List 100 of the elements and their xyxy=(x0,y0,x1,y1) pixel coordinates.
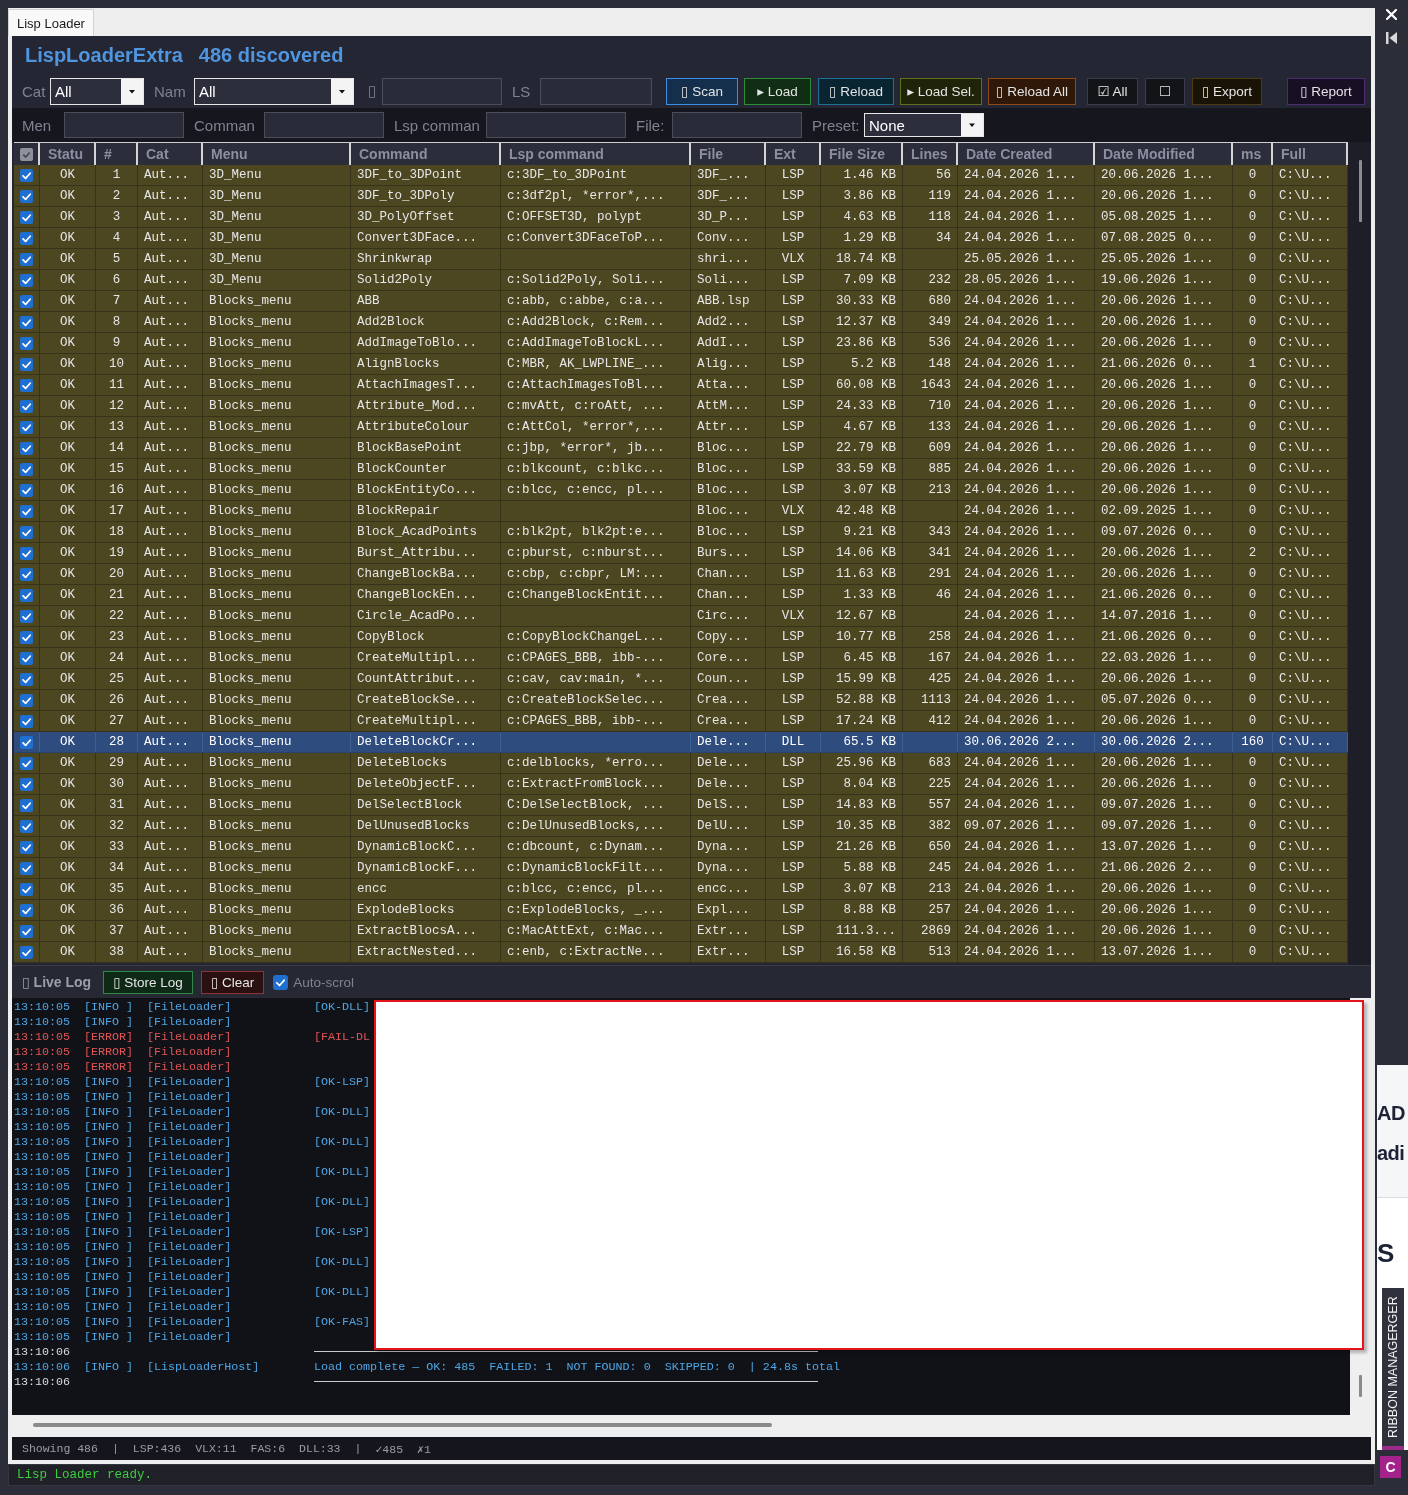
text-field[interactable] xyxy=(540,77,652,105)
table-row[interactable]: OK 31 Aut... Blocks_menu DelSelectBlock C:DelSelectBlock, ... DelS... LSP 14.83 KB 557 24.04.2026 1... 09.07.2026 1... 0 C:\U... xyxy=(14,795,1348,816)
row-checkbox[interactable] xyxy=(20,189,33,203)
row-checkbox[interactable] xyxy=(20,882,33,896)
toolbar-button[interactable]: ▯ Scan xyxy=(666,77,738,105)
table-row[interactable]: OK 10 Aut... Blocks_menu AlignBlocks C:MBR, AK_LWPLINE_... Alig... LSP 5.2 KB 148 24.04.2026 1... 21.06.2026 0... 1 C:\U... xyxy=(14,354,1348,375)
table-row[interactable]: OK 12 Aut... Blocks_menu Attribute_Mod... c:mvAtt, c:roAtt, ... AttM... LSP 24.33 KB 710 24.04.2026 1... 20.06.2026 1... 0 C:\U... xyxy=(14,396,1348,417)
table-row[interactable]: OK 5 Aut... 3D_Menu Shrinkwrap shri... VLX 18.74 KB 25.05.2026 1... 25.05.2026 1... 0 C:\U... xyxy=(14,249,1348,270)
toolbar-button[interactable]: ▯ Export xyxy=(1192,77,1262,105)
text-field[interactable] xyxy=(64,112,184,138)
row-checkbox[interactable] xyxy=(20,252,33,266)
row-checkbox[interactable] xyxy=(20,588,33,602)
table-row[interactable]: OK 7 Aut... Blocks_menu ABB c:abb, c:abbe, c:a... ABB.lsp LSP 30.33 KB 680 24.04.2026 1... 20.06.2026 1... 0 C:\U... xyxy=(14,291,1348,312)
text-field[interactable] xyxy=(672,112,802,138)
log-button[interactable]: ▯ Clear xyxy=(200,970,265,994)
table-row[interactable]: OK 9 Aut... Blocks_menu AddImageToBlo... c:AddImageToBlockL... AddI... LSP 23.86 KB 536 24.04.2026 1... 20.06.2026 1... 0 C:\U... xyxy=(14,333,1348,354)
row-checkbox[interactable] xyxy=(20,819,33,833)
collapse-panel-icon[interactable] xyxy=(1386,32,1397,44)
table-row[interactable]: OK 23 Aut... Blocks_menu CopyBlock c:CopyBlockChangeL... Copy... LSP 10.77 KB 258 24.04.2026 1... 21.06.2026 0... 0 C:\U... xyxy=(14,627,1348,648)
table-row[interactable]: OK 19 Aut... Blocks_menu Burst_Attribu... c:pburst, c:nburst... Burs... LSP 14.06 KB 341 24.04.2026 1... 20.06.2026 1... 2 C:\U... xyxy=(14,543,1348,564)
row-checkbox[interactable] xyxy=(20,840,33,854)
row-checkbox[interactable] xyxy=(20,567,33,581)
table-row[interactable]: OK 15 Aut... Blocks_menu BlockCounter c:blkcount, c:blkc... Bloc... LSP 33.59 KB 885 24.04.2026 1... 20.06.2026 1... 0 C:\U... xyxy=(14,459,1348,480)
row-checkbox[interactable] xyxy=(20,798,33,812)
toolbar-button[interactable]: ▯ Report xyxy=(1287,77,1365,105)
auto-scroll-checkbox[interactable] xyxy=(273,974,289,990)
row-checkbox[interactable] xyxy=(20,420,33,434)
table-row[interactable]: OK 28 Aut... Blocks_menu DeleteBlockCr... Dele... DLL 65.5 KB 30.06.2026 2... 30.06.2026 2... 160 C:\U... xyxy=(14,732,1348,753)
row-checkbox[interactable] xyxy=(20,483,33,497)
table-row[interactable]: OK 38 Aut... Blocks_menu ExtractNested... c:enb, c:ExtractNe... Extr... LSP 16.58 KB 513 24.04.2026 1... 13.07.2026 1... 0 C:\U... xyxy=(14,942,1348,963)
dropdown[interactable]: All xyxy=(50,77,144,105)
text-field[interactable] xyxy=(486,112,626,138)
row-checkbox[interactable] xyxy=(20,735,33,749)
table-row[interactable]: OK 17 Aut... Blocks_menu BlockRepair Bloc... VLX 42.48 KB 24.04.2026 1... 02.09.2025 1... 0 C:\U... xyxy=(14,501,1348,522)
scrollbar-thumb[interactable] xyxy=(1359,160,1362,222)
table-row[interactable]: OK 2 Aut... 3D_Menu 3DF_to_3DPoly c:3df2pl, *error*,... 3DF_... LSP 3.86 KB 119 24.04.2026 1... 20.06.2026 1... 0 C:\U... xyxy=(14,186,1348,207)
table-row[interactable]: OK 22 Aut... Blocks_menu Circle_AcadPo... Circ... VLX 12.67 KB 24.04.2026 1... 14.07.2016 1... 0 C:\U... xyxy=(14,606,1348,627)
row-checkbox[interactable] xyxy=(20,315,33,329)
row-checkbox[interactable] xyxy=(20,273,33,287)
app-icon[interactable]: C xyxy=(1380,1456,1401,1478)
row-checkbox[interactable] xyxy=(20,294,33,308)
dropdown[interactable]: None xyxy=(864,113,984,137)
toolbar-button[interactable]: ▯ Reload All xyxy=(988,77,1076,105)
row-checkbox[interactable] xyxy=(20,693,33,707)
toolbar-button[interactable]: ▯ Reload xyxy=(818,77,894,105)
toolbar-button[interactable]: ▸ Load Sel. xyxy=(900,77,982,105)
row-checkbox[interactable] xyxy=(20,399,33,413)
dropdown[interactable]: All xyxy=(194,77,354,105)
table-row[interactable]: OK 35 Aut... Blocks_menu encc c:blcc, c:encc, pl... encc... LSP 3.07 KB 213 24.04.2026 1... 20.06.2026 1... 0 C:\U... xyxy=(14,879,1348,900)
table-row[interactable]: OK 24 Aut... Blocks_menu CreateMultipl... c:CPAGES_BBB, ibb-... Core... LSP 6.45 KB 167 24.04.2026 1... 22.03.2026 1... 0 C:\U... xyxy=(14,648,1348,669)
table-row[interactable]: OK 29 Aut... Blocks_menu DeleteBlocks c:delblocks, *erro... Dele... LSP 25.96 KB 683 24.04.2026 1... 20.06.2026 1... 0 C:\U... xyxy=(14,753,1348,774)
row-checkbox[interactable] xyxy=(20,231,33,245)
table-row[interactable]: OK 33 Aut... Blocks_menu DynamicBlockC... c:dbcount, c:Dynam... Dyna... LSP 21.26 KB 650 24.04.2026 1... 13.07.2026 1... 0 C:\U... xyxy=(14,837,1348,858)
row-checkbox[interactable] xyxy=(20,861,33,875)
table-row[interactable]: OK 11 Aut... Blocks_menu AttachImagesT... c:AttachImagesToBl... Atta... LSP 60.08 KB 1643 24.04.2026 1... 20.06.2026 1... 0 C:\U... xyxy=(14,375,1348,396)
table-row[interactable]: OK 8 Aut... Blocks_menu Add2Block c:Add2Block, c:Rem... Add2... LSP 12.37 KB 349 24.04.2026 1... 20.06.2026 1... 0 C:\U... xyxy=(14,312,1348,333)
close-icon[interactable] xyxy=(1386,9,1397,20)
row-checkbox[interactable] xyxy=(20,336,33,350)
toolbar-button[interactable]: ☐ xyxy=(1145,77,1185,105)
table-row[interactable]: OK 27 Aut... Blocks_menu CreateMultipl... c:CPAGES_BBB, ibb-... Crea... LSP 17.24 KB 412 24.04.2026 1... 20.06.2026 1... 0 C:\U... xyxy=(14,711,1348,732)
table-row[interactable]: OK 4 Aut... 3D_Menu Convert3DFace... c:Convert3DFaceToP... Conv... LSP 1.29 KB 34 24.04.2026 1... 07.08.2025 0... 0 C:\U... xyxy=(14,228,1348,249)
row-checkbox[interactable] xyxy=(20,777,33,791)
row-checkbox[interactable] xyxy=(20,441,33,455)
row-checkbox[interactable] xyxy=(20,651,33,665)
row-checkbox[interactable] xyxy=(20,357,33,371)
row-checkbox[interactable] xyxy=(20,609,33,623)
palette-tab[interactable]: RIBBON MANAGERGER xyxy=(1382,1288,1404,1450)
row-checkbox[interactable] xyxy=(20,630,33,644)
table-row[interactable]: OK 6 Aut... 3D_Menu Solid2Poly c:Solid2Poly, Soli... Soli... LSP 7.09 KB 232 28.05.2026 1... 19.06.2026 1... 0 C:\U... xyxy=(14,270,1348,291)
table-row[interactable]: OK 34 Aut... Blocks_menu DynamicBlockF... c:DynamicBlockFilt... Dyna... LSP 5.88 KB 245 24.04.2026 1... 21.06.2026 2... 0 C:\U... xyxy=(14,858,1348,879)
table-row[interactable]: OK 1 Aut... 3D_Menu 3DF_to_3DPoint c:3DF_to_3DPoint 3DF_... LSP 1.46 KB 56 24.04.2026 1... 20.06.2026 1... 0 C:\U... xyxy=(14,165,1348,186)
text-field[interactable] xyxy=(382,77,502,105)
select-all-checkbox[interactable] xyxy=(19,147,33,161)
text-field[interactable] xyxy=(264,112,384,138)
table-row[interactable]: OK 37 Aut... Blocks_menu ExtractBlocsA... c:MacAttExt, c:Mac... Extr... LSP 111.3... 2869 24.04.2026 1... 20.06.2026 1... 0 C:\U... xyxy=(14,921,1348,942)
log-button[interactable]: ▯ Store Log xyxy=(103,970,193,994)
table-row[interactable]: OK 3 Aut... 3D_Menu 3D_PolyOffset C:OFFSET3D, polypt 3D_P... LSP 4.63 KB 118 24.04.2026 1... 05.08.2025 1... 0 C:\U... xyxy=(14,207,1348,228)
tab[interactable]: Lisp Loader xyxy=(8,9,94,36)
table-row[interactable]: OK 21 Aut... Blocks_menu ChangeBlockEn... c:ChangeBlockEntit... Chan... LSP 1.33 KB 46 24.04.2026 1... 21.06.2026 0... 0 C:\U... xyxy=(14,585,1348,606)
table-row[interactable]: OK 32 Aut... Blocks_menu DelUnusedBlocks c:DelUnusedBlocks,... DelU... LSP 10.35 KB 382 09.07.2026 1... 09.07.2026 1... 0 C:\U... xyxy=(14,816,1348,837)
table-row[interactable]: OK 20 Aut... Blocks_menu ChangeBlockBa... c:cbp, c:cbpr, LM:... Chan... LSP 11.63 KB 291 24.04.2026 1... 20.06.2026 1... 0 C:\U... xyxy=(14,564,1348,585)
row-checkbox[interactable] xyxy=(20,168,33,182)
row-checkbox[interactable] xyxy=(20,378,33,392)
table-row[interactable]: OK 26 Aut... Blocks_menu CreateBlockSe... c:CreateBlockSelec... Crea... LSP 52.88 KB 1113 24.04.2026 1... 05.07.2026 0... 0 C:\U... xyxy=(14,690,1348,711)
row-checkbox[interactable] xyxy=(20,903,33,917)
scrollbar-thumb[interactable] xyxy=(33,1423,772,1427)
scrollbar-thumb[interactable] xyxy=(1359,1375,1362,1397)
row-checkbox[interactable] xyxy=(20,462,33,476)
row-checkbox[interactable] xyxy=(20,714,33,728)
row-checkbox[interactable] xyxy=(20,945,33,959)
table-row[interactable]: OK 13 Aut... Blocks_menu AttributeColour c:AttCol, *error*,... Attr... LSP 4.67 KB 133 24.04.2026 1... 20.06.2026 1... 0 C:\U... xyxy=(14,417,1348,438)
table-row[interactable]: OK 14 Aut... Blocks_menu BlockBasePoint c:jbp, *error*, jb... Bloc... LSP 22.79 KB 609 24.04.2026 1... 20.06.2026 1... 0 C:\U... xyxy=(14,438,1348,459)
toolbar-button[interactable]: ▸ Load xyxy=(744,77,811,105)
table-row[interactable]: OK 16 Aut... Blocks_menu BlockEntityCo... c:blcc, c:encc, pl... Bloc... LSP 3.07 KB 213 24.04.2026 1... 20.06.2026 1... 0 C:\U... xyxy=(14,480,1348,501)
table-row[interactable]: OK 30 Aut... Blocks_menu DeleteObjectF... c:ExtractFromBlock... Dele... LSP 8.04 KB 225 24.04.2026 1... 20.06.2026 1... 0 C:\U... xyxy=(14,774,1348,795)
row-checkbox[interactable] xyxy=(20,504,33,518)
table-row[interactable]: OK 36 Aut... Blocks_menu ExplodeBlocks c:ExplodeBlocks, _... Expl... LSP 8.88 KB 257 24.04.2026 1... 20.06.2026 1... 0 C:\U... xyxy=(14,900,1348,921)
toolbar-button[interactable]: ☑ All xyxy=(1087,77,1138,105)
table-row[interactable]: OK 18 Aut... Blocks_menu Block_AcadPoints c:blk2pt, blk2pt:e... Bloc... LSP 9.21 KB 343 24.04.2026 1... 09.07.2026 0... 0 C:\U... xyxy=(14,522,1348,543)
row-checkbox[interactable] xyxy=(20,525,33,539)
